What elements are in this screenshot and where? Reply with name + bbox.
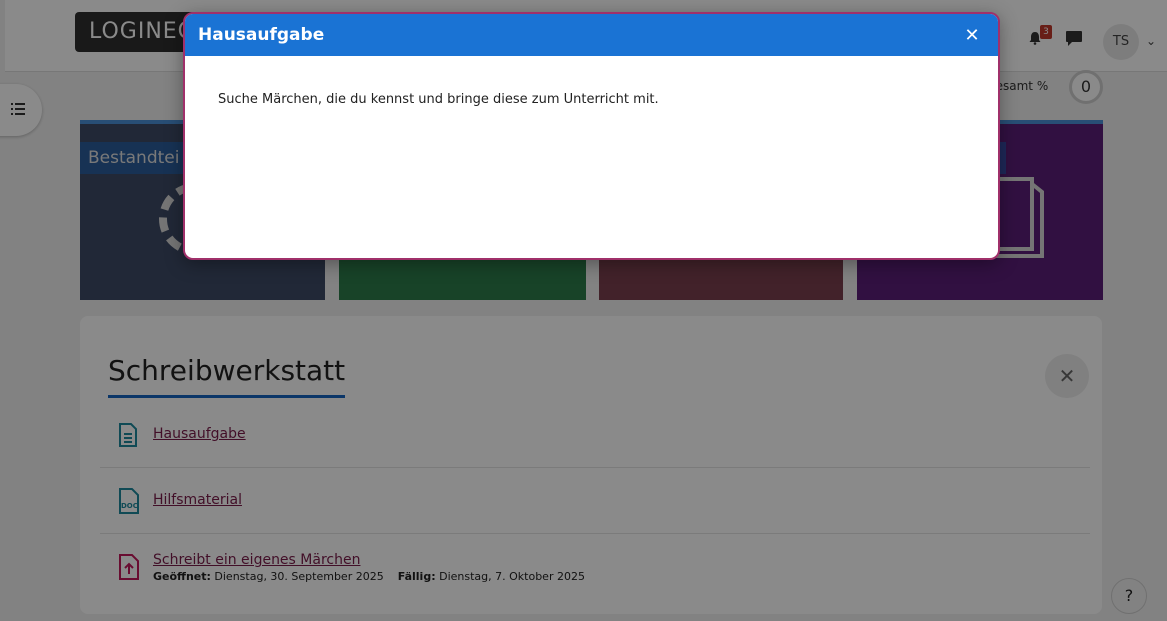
- modal-header: Hausaufgabe ✕: [185, 14, 998, 56]
- hausaufgabe-modal: Hausaufgabe ✕ Suche Märchen, die du kenn…: [183, 12, 1000, 260]
- modal-body-text: Suche Märchen, die du kennst und bringe …: [218, 92, 659, 107]
- modal-title: Hausaufgabe: [198, 25, 325, 45]
- close-icon[interactable]: ✕: [961, 25, 983, 47]
